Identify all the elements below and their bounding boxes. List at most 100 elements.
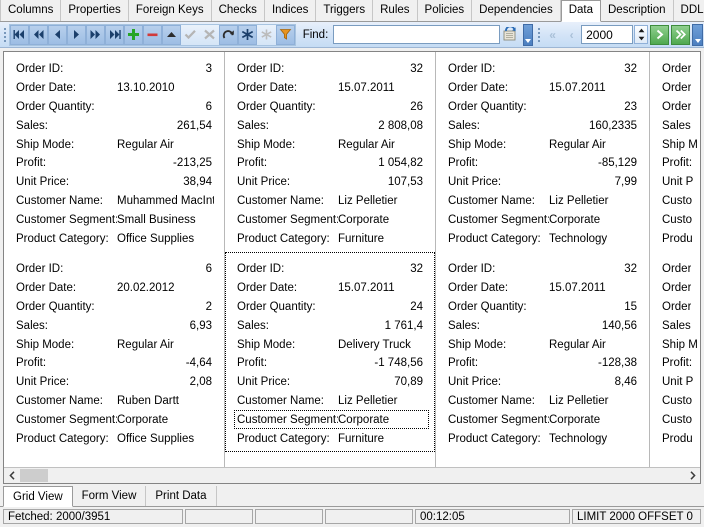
- record-field-row[interactable]: Order: [662, 279, 686, 298]
- tab-rules[interactable]: Rules: [373, 0, 417, 21]
- tab-description[interactable]: Description: [601, 0, 674, 21]
- record-field-row[interactable]: Customer Name:Liz Pelletier: [237, 392, 425, 411]
- field-value[interactable]: 6: [117, 101, 214, 113]
- toolbar-grip-1[interactable]: [2, 25, 8, 45]
- field-value[interactable]: 20.02.2012: [117, 282, 214, 294]
- record-card[interactable]: Order ID:32Order Date:15.07.2011Order Qu…: [225, 252, 435, 452]
- field-value[interactable]: -85,129: [549, 157, 639, 169]
- field-value[interactable]: 1 054,82: [338, 157, 425, 169]
- record-field-row[interactable]: Custo: [662, 192, 686, 211]
- record-field-row[interactable]: Sales: [662, 316, 686, 335]
- record-field-row[interactable]: Order ID:32: [448, 60, 639, 79]
- field-value[interactable]: Office Supplies: [117, 433, 214, 445]
- field-value[interactable]: 2 808,08: [338, 120, 425, 132]
- horizontal-scrollbar[interactable]: [4, 467, 700, 483]
- record-card[interactable]: Order ID:32Order Date:15.07.2011Order Qu…: [436, 252, 649, 452]
- field-value[interactable]: Corporate: [549, 214, 639, 226]
- record-field-row[interactable]: Ship M: [662, 335, 686, 354]
- field-value[interactable]: Regular Air: [117, 139, 214, 151]
- hscroll-left-arrow-icon[interactable]: [4, 468, 20, 483]
- record-field-row[interactable]: Order Date:15.07.2011: [237, 279, 425, 298]
- record-field-row[interactable]: Order ID:32: [237, 260, 425, 279]
- record-field-row[interactable]: Customer Segment:Corporate: [448, 410, 639, 429]
- record-field-row[interactable]: Order: [662, 79, 686, 98]
- field-value[interactable]: Liz Pelletier: [338, 195, 425, 207]
- record-field-row[interactable]: Product Category:Office Supplies: [16, 229, 214, 248]
- field-value[interactable]: -1 748,56: [338, 357, 425, 369]
- page-stepper-up-icon[interactable]: [635, 26, 647, 35]
- page-number-stepper[interactable]: [634, 25, 648, 44]
- field-value[interactable]: 8,46: [549, 376, 639, 388]
- record-field-row[interactable]: Order Quantity:6: [16, 98, 214, 117]
- tab-properties[interactable]: Properties: [61, 0, 128, 21]
- next-record-button[interactable]: [67, 25, 86, 45]
- record-field-row[interactable]: Sales:261,54: [16, 116, 214, 135]
- field-value[interactable]: 70,89: [338, 376, 425, 388]
- tab-columns[interactable]: Columns: [0, 0, 61, 21]
- record-field-row[interactable]: Product Category:Furniture: [237, 429, 425, 448]
- record-field-row[interactable]: Order ID:32: [237, 60, 425, 79]
- record-field-row[interactable]: Customer Segment:Corporate: [16, 410, 214, 429]
- pager-prev-button[interactable]: ‹: [562, 25, 581, 45]
- field-value[interactable]: 32: [549, 63, 639, 75]
- field-value[interactable]: Regular Air: [549, 339, 639, 351]
- record-field-row[interactable]: Product Category:Furniture: [237, 229, 425, 248]
- prev-record-button[interactable]: [48, 25, 67, 45]
- field-value[interactable]: Regular Air: [117, 339, 214, 351]
- record-field-row[interactable]: Ship Mode:Regular Air: [448, 135, 639, 154]
- record-field-row[interactable]: Sales:6,93: [16, 316, 214, 335]
- record-field-row[interactable]: Profit:1 054,82: [237, 154, 425, 173]
- record-field-row[interactable]: Unit Price:38,94: [16, 173, 214, 192]
- tab-foreign-keys[interactable]: Foreign Keys: [129, 0, 212, 21]
- field-value[interactable]: Small Business: [117, 214, 214, 226]
- field-value[interactable]: Corporate: [338, 414, 425, 426]
- record-field-row[interactable]: Order Quantity:24: [237, 298, 425, 317]
- record-field-row[interactable]: Sales: [662, 116, 686, 135]
- field-value[interactable]: 2: [117, 301, 214, 313]
- find-input[interactable]: [333, 25, 500, 44]
- field-value[interactable]: Office Supplies: [117, 233, 214, 245]
- pager-next-button[interactable]: [650, 25, 669, 45]
- field-value[interactable]: 15.07.2011: [549, 282, 639, 294]
- record-field-row[interactable]: Ship M: [662, 135, 686, 154]
- record-field-row[interactable]: Profit:-4,64: [16, 354, 214, 373]
- hscroll-thumb[interactable]: [20, 469, 48, 482]
- field-value[interactable]: Furniture: [338, 233, 425, 245]
- tab-data[interactable]: Data: [561, 0, 601, 22]
- record-field-row[interactable]: Customer Segment:Corporate: [237, 410, 425, 429]
- record-field-row[interactable]: Customer Name:Liz Pelletier: [237, 192, 425, 211]
- field-value[interactable]: 15.07.2011: [549, 82, 639, 94]
- record-field-row[interactable]: Order: [662, 60, 686, 79]
- record-field-row[interactable]: Order Quantity:2: [16, 298, 214, 317]
- field-value[interactable]: -213,25: [117, 157, 214, 169]
- record-field-row[interactable]: Unit P: [662, 373, 686, 392]
- record-card[interactable]: OrderOrderOrderSalesShip MProfit:Unit PC…: [650, 252, 696, 452]
- record-field-row[interactable]: Profit:: [662, 154, 686, 173]
- record-field-row[interactable]: Ship Mode:Regular Air: [448, 335, 639, 354]
- record-field-row[interactable]: Product Category:Office Supplies: [16, 429, 214, 448]
- field-value[interactable]: 107,53: [338, 176, 425, 188]
- record-field-row[interactable]: Customer Segment:Small Business: [16, 210, 214, 229]
- field-value[interactable]: Liz Pelletier: [549, 195, 639, 207]
- page-number-input[interactable]: 2000: [581, 25, 633, 44]
- field-value[interactable]: 15.07.2011: [338, 282, 425, 294]
- hscroll-right-arrow-icon[interactable]: [684, 468, 700, 483]
- record-field-row[interactable]: Order: [662, 298, 686, 317]
- field-value[interactable]: 13.10.2010: [117, 82, 214, 94]
- record-field-row[interactable]: Order Date:15.07.2011: [448, 279, 639, 298]
- refresh-button[interactable]: [219, 25, 238, 45]
- record-field-row[interactable]: Sales:1 761,4: [237, 316, 425, 335]
- view-tab-grid-view[interactable]: Grid View: [3, 486, 73, 507]
- insert-record-button[interactable]: [124, 25, 143, 45]
- record-field-row[interactable]: Produ: [662, 229, 686, 248]
- field-value[interactable]: 140,56: [549, 320, 639, 332]
- tab-triggers[interactable]: Triggers: [316, 0, 373, 21]
- find-go-icon[interactable]: [500, 25, 521, 45]
- field-value[interactable]: 2,08: [117, 376, 214, 388]
- next-page-button[interactable]: [86, 25, 105, 45]
- view-tab-print-data[interactable]: Print Data: [145, 486, 216, 506]
- tab-indices[interactable]: Indices: [265, 0, 316, 21]
- record-field-row[interactable]: Product Category:Technology: [448, 429, 639, 448]
- record-field-row[interactable]: Profit:-213,25: [16, 154, 214, 173]
- record-field-row[interactable]: Unit Price:70,89: [237, 373, 425, 392]
